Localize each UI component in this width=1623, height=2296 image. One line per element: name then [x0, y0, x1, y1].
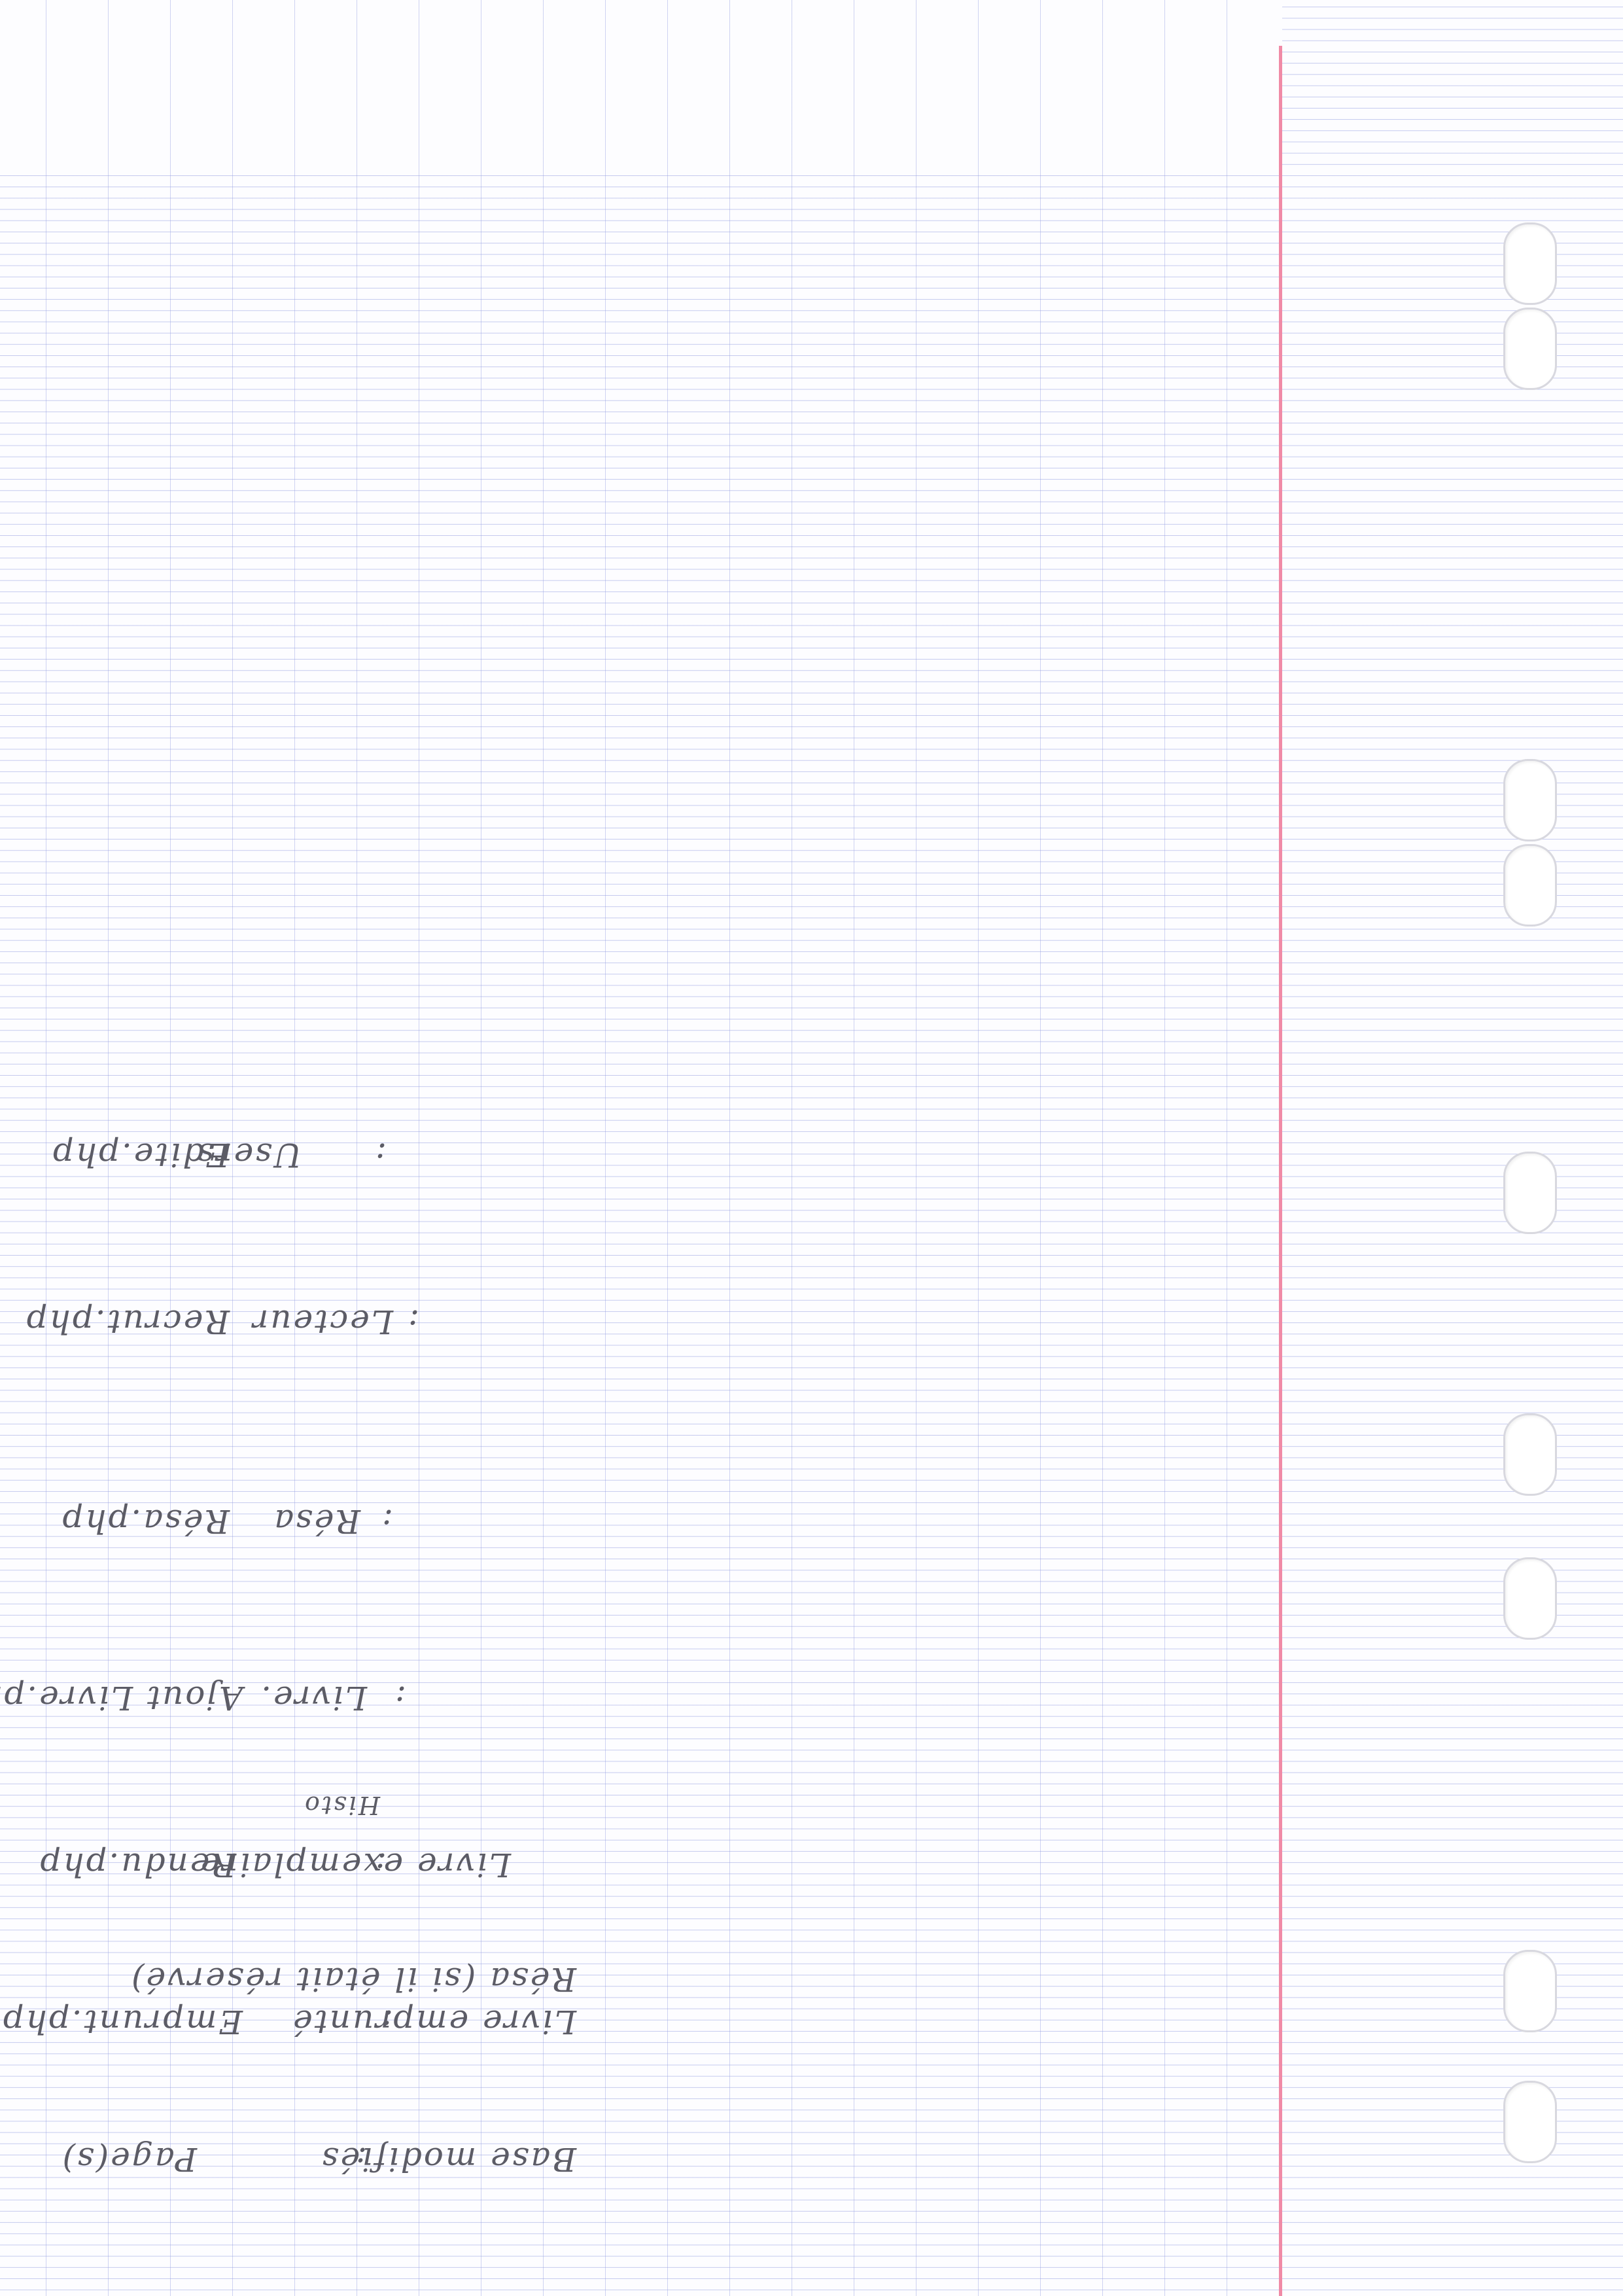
note-value: Base modifiés [320, 2140, 576, 2178]
note-label: Recrut.php [24, 1303, 230, 1341]
note-label: Résa.php [60, 1502, 230, 1540]
note-extra: Histo [303, 1791, 380, 1820]
handwritten-notes: Page(s) : Base modifiés Emprunt.php : Li… [0, 0, 1623, 2296]
note-label: Ajout Livre.php [0, 1679, 243, 1717]
note-extra: Résa (si il était réservé) [130, 1960, 576, 1998]
note-label: Page(s) [60, 2140, 197, 2178]
note-value: Livre. [259, 1679, 367, 1717]
note-value: Livre exemplaire [199, 1846, 511, 1884]
note-value: Users [196, 1136, 302, 1174]
note-value: Résa [272, 1502, 360, 1540]
note-value: Livre emprunté [291, 2003, 576, 2041]
note-value: Lecteur [251, 1303, 393, 1341]
note-label: Emprunt.php [1, 2003, 243, 2041]
note-separator: : [393, 1679, 406, 1717]
note-separator: : [374, 1136, 387, 1174]
note-separator: : [406, 1303, 419, 1341]
note-separator: : [380, 1502, 393, 1540]
